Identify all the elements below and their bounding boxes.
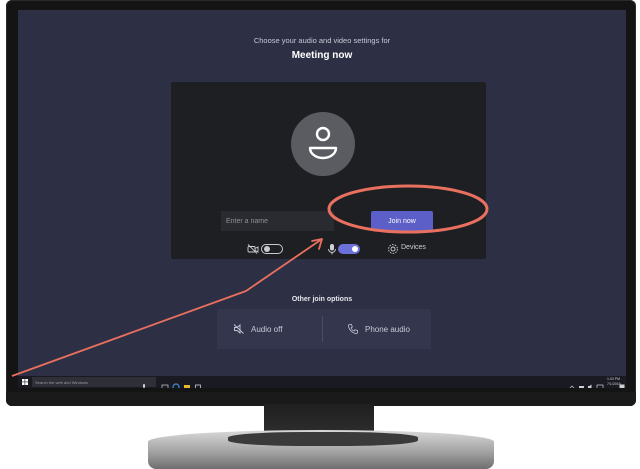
person-icon [308, 126, 338, 160]
other-join-options: Audio off Phone audio [217, 309, 431, 349]
microphone-icon[interactable] [140, 378, 148, 388]
monitor-stand-base-shadow [228, 432, 418, 446]
options-divider [322, 316, 323, 342]
name-input[interactable] [221, 211, 334, 231]
windows-start-icon[interactable] [22, 379, 28, 385]
microphone-icon [327, 242, 337, 256]
gear-icon [388, 244, 398, 254]
battery-icon[interactable] [578, 378, 586, 388]
notifications-icon[interactable] [618, 378, 626, 388]
audio-off-label: Audio off [251, 324, 283, 334]
phone-icon [348, 324, 358, 334]
phone-audio-button[interactable]: Phone audio [347, 322, 410, 336]
meeting-subtitle: Choose your audio and video settings for [253, 36, 391, 45]
camera-toggle[interactable] [261, 244, 283, 254]
av-controls: Devices [247, 242, 447, 256]
meeting-title: Meeting now [291, 50, 353, 61]
audio-off-button[interactable]: Audio off [233, 322, 282, 336]
join-now-button[interactable]: Join now [371, 211, 433, 231]
microphone-toggle[interactable] [338, 244, 360, 254]
windows-taskbar: Search the web and Windows 1:33 PM 7/1/2… [18, 376, 626, 388]
tray-chevron-icon[interactable] [569, 378, 577, 388]
camera-off-icon [247, 242, 259, 256]
file-explorer-icon[interactable] [183, 378, 191, 388]
network-icon[interactable] [596, 378, 604, 388]
phone-audio-label: Phone audio [365, 324, 410, 334]
store-icon[interactable] [194, 378, 202, 388]
task-view-icon[interactable] [161, 378, 169, 388]
edge-browser-icon[interactable] [172, 378, 180, 388]
other-join-options-title: Other join options [291, 296, 353, 303]
speaker-off-icon [233, 324, 244, 334]
video-preview-panel: Join now [171, 82, 486, 259]
monitor-screen: Choose your audio and video settings for… [18, 10, 626, 388]
volume-icon[interactable] [587, 378, 595, 388]
devices-label: Devices [401, 244, 426, 251]
avatar [291, 112, 355, 176]
taskbar-search-input[interactable]: Search the web and Windows [32, 377, 156, 387]
